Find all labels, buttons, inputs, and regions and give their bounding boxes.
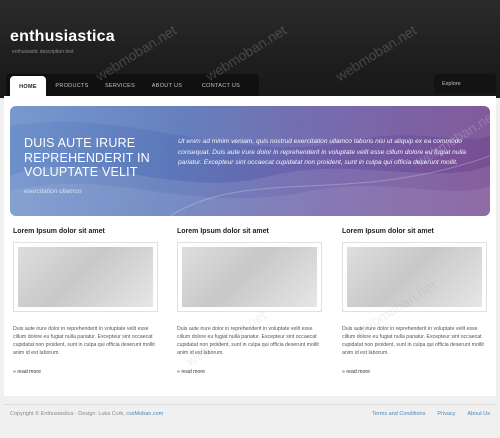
site-tagline: enthusiastic description text: [12, 49, 74, 55]
feature-column: Lorem Ipsum dolor sit amet Duis aute iru…: [13, 228, 163, 375]
column-title: Lorem Ipsum dolor sit amet: [13, 228, 105, 235]
footer-divider: [4, 404, 496, 405]
footer-copyright: Copyright © Enthusiastica · Design: Luka…: [10, 411, 164, 417]
feature-column: Lorem Ipsum dolor sit amet Duis aute iru…: [177, 228, 327, 375]
column-text: Duis aute irure dolor in reprehenderit i…: [342, 326, 484, 356]
banner-text: Ut enim ad minim veniam, quis nostrud ex…: [178, 138, 467, 166]
feature-column: Lorem Ipsum dolor sit amet Duis aute iru…: [342, 228, 492, 375]
column-thumbnail: [342, 242, 487, 312]
footer-links: Terms and Conditions Privacy About Us: [372, 411, 490, 417]
footer-link-privacy[interactable]: Privacy: [437, 411, 455, 417]
footer-link-about[interactable]: About Us: [467, 411, 490, 417]
column-text: Duis aute irure dolor in reprehenderit i…: [13, 326, 155, 356]
read-more-link[interactable]: » read more: [177, 369, 327, 375]
column-thumbnail: [177, 242, 322, 312]
nav-services[interactable]: SERVICES: [98, 74, 142, 98]
credit-link[interactable]: cssMoban.com: [126, 411, 163, 417]
nav-about-us[interactable]: ABOUT US: [142, 74, 192, 98]
read-more-link[interactable]: » read more: [342, 369, 492, 375]
column-title: Lorem Ipsum dolor sit amet: [342, 228, 434, 235]
nav-contact-us[interactable]: CONTACT US: [192, 74, 250, 98]
banner-title: DUIS AUTE IRURE REPREHENDERIT IN VOLUPTA…: [24, 136, 150, 179]
explore-button[interactable]: Explore: [434, 74, 496, 94]
column-text: Duis aute irure dolor in reprehenderit i…: [177, 326, 319, 356]
banner-subtitle: exercitation ullamco: [24, 188, 82, 195]
read-more-link[interactable]: » read more: [13, 369, 163, 375]
main-nav: HOME PRODUCTS SERVICES ABOUT US CONTACT …: [6, 74, 259, 98]
footer-link-terms[interactable]: Terms and Conditions: [372, 411, 425, 417]
column-title: Lorem Ipsum dolor sit amet: [177, 228, 269, 235]
nav-products[interactable]: PRODUCTS: [46, 74, 98, 98]
nav-home[interactable]: HOME: [10, 76, 46, 98]
site-logo[interactable]: enthusiastica: [10, 28, 115, 46]
hero-banner: DUIS AUTE IRURE REPREHENDERIT IN VOLUPTA…: [10, 106, 490, 216]
column-thumbnail: [13, 242, 158, 312]
